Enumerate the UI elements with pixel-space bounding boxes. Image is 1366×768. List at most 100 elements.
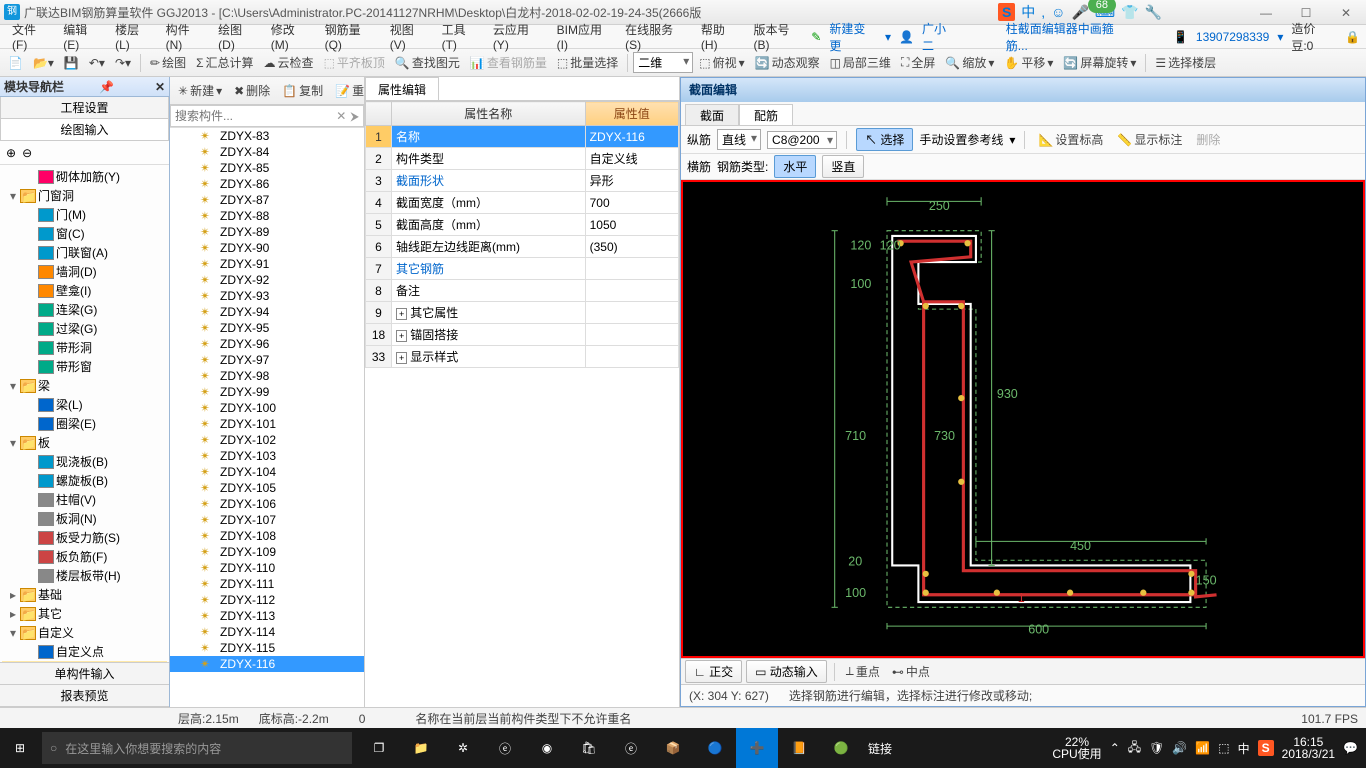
prop-row[interactable]: 2构件类型自定义线	[366, 148, 679, 170]
fullscreen-button[interactable]: ⛶全屏	[897, 52, 939, 73]
tree-node[interactable]: 自定义点	[2, 642, 167, 661]
tree-node[interactable]: 壁龛(I)	[2, 281, 167, 300]
ime-wrench-icon[interactable]: 🔧	[1145, 4, 1162, 21]
component-item[interactable]: ✴ZDYX-97	[170, 352, 364, 368]
menu-tools[interactable]: 工具(T)	[436, 19, 487, 54]
menu-rebar[interactable]: 钢筋量(Q)	[319, 19, 384, 54]
link-label[interactable]: 链接	[862, 728, 898, 768]
endpoint-snap[interactable]: ⟂ 重点	[842, 661, 884, 682]
new-comp-button[interactable]: ✳新建▾	[174, 80, 226, 101]
ime-mic-icon[interactable]: 🎤	[1071, 4, 1088, 21]
component-item[interactable]: ✴ZDYX-108	[170, 528, 364, 544]
tray-wifi-icon[interactable]: 📶	[1195, 741, 1210, 755]
app6-icon[interactable]: ➕	[736, 728, 778, 768]
tray-notif-icon[interactable]: 💬	[1343, 741, 1358, 755]
component-item[interactable]: ✴ZDYX-106	[170, 496, 364, 512]
app5-icon[interactable]: 🔵	[694, 728, 736, 768]
menu-edit[interactable]: 编辑(E)	[57, 19, 109, 54]
tree-node[interactable]: 板受力筋(S)	[2, 528, 167, 547]
cloud-check-button[interactable]: ☁云检查	[260, 52, 318, 73]
component-item[interactable]: ✴ZDYX-104	[170, 464, 364, 480]
tray-date[interactable]: 2018/3/21	[1282, 748, 1335, 760]
select-floor-button[interactable]: ☰选择楼层	[1151, 52, 1220, 73]
menu-modify[interactable]: 修改(M)	[265, 19, 319, 54]
component-item[interactable]: ✴ZDYX-90	[170, 240, 364, 256]
tree-node[interactable]: 板洞(N)	[2, 509, 167, 528]
component-item[interactable]: ✴ZDYX-115	[170, 640, 364, 656]
nav-tree[interactable]: 砌体加筋(Y)▾📁门窗洞门(M)窗(C)门联窗(A)墙洞(D)壁龛(I)连梁(G…	[0, 165, 169, 662]
nav-tab-settings[interactable]: 工程设置	[0, 97, 169, 119]
horiz-button[interactable]: 水平	[774, 155, 816, 178]
undo-icon[interactable]: ↶▾	[85, 54, 109, 72]
ie-icon[interactable]: ⓔ	[610, 728, 652, 768]
property-table[interactable]: 属性名称属性值 1名称ZDYX-1162构件类型自定义线3截面形状异形4截面宽度…	[365, 101, 679, 707]
tree-node[interactable]: 楼层板带(H)	[2, 566, 167, 585]
app3-icon[interactable]: 🛍	[568, 728, 610, 768]
tree-node[interactable]: 螺旋板(B)	[2, 471, 167, 490]
batch-button[interactable]: ⬚ 批量选择	[553, 52, 622, 73]
tree-node[interactable]: 板负筋(F)	[2, 547, 167, 566]
taskbar-search[interactable]: ○ 在这里输入你想要搜索的内容	[42, 732, 352, 764]
tray-vol-icon[interactable]: 🔊	[1172, 741, 1187, 755]
edge-icon[interactable]: ⓔ	[484, 728, 526, 768]
del-comp-button[interactable]: ✖删除	[230, 80, 274, 101]
component-item[interactable]: ✴ZDYX-92	[170, 272, 364, 288]
draw-button[interactable]: ✏绘图	[146, 52, 190, 73]
component-list[interactable]: ✴ZDYX-83✴ZDYX-84✴ZDYX-85✴ZDYX-86✴ZDYX-87…	[170, 127, 364, 707]
prop-row[interactable]: 6轴线距左边线距离(mm)(350)	[366, 236, 679, 258]
tree-node[interactable]: 窗(C)	[2, 224, 167, 243]
search-go-icon[interactable]: ⮞	[350, 109, 359, 124]
zoom-button[interactable]: 🔍缩放▾	[941, 52, 998, 73]
tip-link[interactable]: 柱截面编辑器中画箍筋...	[1006, 20, 1135, 54]
pan-button[interactable]: ✋平移▾	[1000, 52, 1057, 73]
tree-node[interactable]: 门(M)	[2, 205, 167, 224]
save-icon[interactable]: 💾	[60, 54, 83, 72]
app1-icon[interactable]: ✲	[442, 728, 484, 768]
menu-online[interactable]: 在线服务(S)	[619, 19, 695, 54]
component-item[interactable]: ✴ZDYX-109	[170, 544, 364, 560]
app2-icon[interactable]: ◉	[526, 728, 568, 768]
pin-icon[interactable]: 📌	[99, 80, 114, 94]
menu-bim[interactable]: BIM应用(I)	[551, 19, 619, 54]
tray-net-icon[interactable]: 🖧	[1128, 738, 1141, 759]
ortho-button[interactable]: ∟ 正交	[685, 660, 742, 683]
dyn-view-button[interactable]: 🔄动态观察	[751, 52, 824, 73]
menu-floor[interactable]: 楼层(L)	[109, 19, 160, 54]
sum-button[interactable]: Σ 汇总计算	[192, 52, 257, 73]
tree-node[interactable]: 过梁(G)	[2, 319, 167, 338]
start-button[interactable]: ⊞	[0, 728, 40, 768]
prop-row[interactable]: 9+其它属性	[366, 302, 679, 324]
app4-icon[interactable]: 📦	[652, 728, 694, 768]
se-delete-button[interactable]: 删除	[1192, 129, 1224, 150]
prop-row[interactable]: 7其它钢筋	[366, 258, 679, 280]
close-button[interactable]: ✕	[1326, 0, 1366, 25]
open-icon[interactable]: 📂▾	[29, 54, 58, 72]
prop-row[interactable]: 1名称ZDYX-116	[366, 126, 679, 148]
search-clear-icon[interactable]: ✕	[336, 109, 346, 123]
prop-row[interactable]: 8备注	[366, 280, 679, 302]
rebar-qty-button[interactable]: 📊查看钢筋量	[466, 52, 551, 73]
taskbar[interactable]: ⊞ ○ 在这里输入你想要搜索的内容 ❐ 📁 ✲ ⓔ ◉ 🛍 ⓔ 📦 🔵 ➕ 📙 …	[0, 728, 1366, 768]
prop-row[interactable]: 33+显示样式	[366, 346, 679, 368]
component-item[interactable]: ✴ZDYX-114	[170, 624, 364, 640]
tray-app-icon[interactable]: ⬚	[1218, 741, 1229, 755]
line-combo[interactable]: 直线	[717, 129, 761, 150]
app8-icon[interactable]: 🟢	[820, 728, 862, 768]
collapse-icon[interactable]: ⊖	[22, 146, 32, 160]
dim-combo[interactable]: 二维	[633, 52, 693, 73]
tree-node[interactable]: 带形洞	[2, 338, 167, 357]
app7-icon[interactable]: 📙	[778, 728, 820, 768]
manual-ref-button[interactable]: 手动设置参考线	[919, 131, 1003, 148]
user-name[interactable]: 广小二	[922, 20, 958, 54]
component-item[interactable]: ✴ZDYX-94	[170, 304, 364, 320]
ime-s-icon[interactable]: S	[998, 3, 1015, 21]
component-item[interactable]: ✴ZDYX-100	[170, 400, 364, 416]
component-item[interactable]: ✴ZDYX-89	[170, 224, 364, 240]
tree-node[interactable]: 带形窗	[2, 357, 167, 376]
prop-row[interactable]: 5截面高度（mm）1050	[366, 214, 679, 236]
phone-label[interactable]: 13907298339	[1196, 30, 1269, 44]
prop-row[interactable]: 3截面形状异形	[366, 170, 679, 192]
tray-shield-icon[interactable]: 🛡	[1149, 741, 1164, 755]
tree-node[interactable]: 柱帽(V)	[2, 490, 167, 509]
component-item[interactable]: ✴ZDYX-95	[170, 320, 364, 336]
